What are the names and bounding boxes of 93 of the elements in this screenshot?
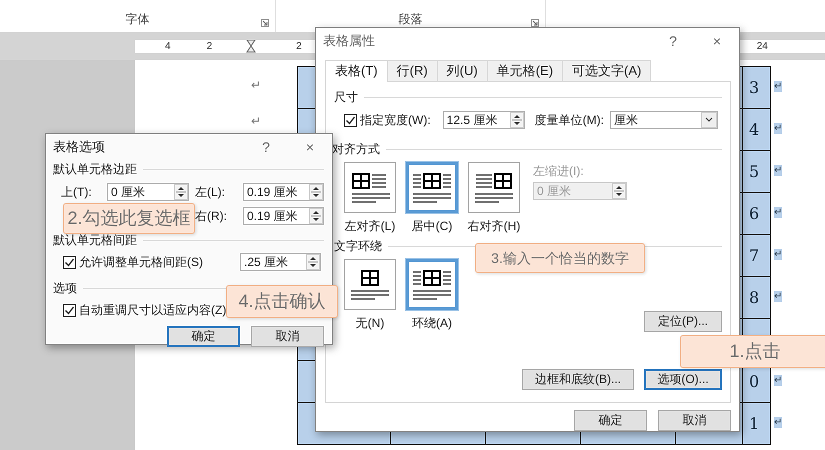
tab[interactable]: 表格(T) (325, 60, 388, 82)
option-button[interactable] (344, 162, 396, 213)
button[interactable]: 取消 (251, 326, 324, 347)
button[interactable]: 边框和底纹(B)... (522, 369, 634, 390)
tab[interactable]: 行(R) (386, 60, 438, 81)
checkbox[interactable] (63, 304, 76, 316)
spinner-arrows-icon[interactable] (174, 184, 188, 200)
dropdown-caret-icon[interactable] (700, 112, 717, 128)
group-label: 段落 (398, 11, 422, 28)
field-label: 指定宽度(W): (360, 112, 431, 129)
table-cell-text: 4 (749, 120, 760, 138)
paragraph-mark: ↵ (251, 113, 261, 130)
button[interactable]: 选项(O)... (644, 369, 722, 390)
option-button[interactable] (406, 162, 458, 213)
checkbox-label: 自动重调尺寸以适应内容(Z) (79, 302, 226, 319)
table-cell-text: 5 (749, 162, 760, 180)
table-cell-text: 0 (749, 372, 760, 390)
button[interactable]: 确定 (574, 410, 647, 431)
callout: 2.勾选此复选框 (63, 203, 195, 234)
margin-field[interactable]: 0.19 厘米 (243, 183, 324, 201)
field-label: 左缩进(I): (533, 163, 585, 180)
checkbox-label: 允许调整单元格间距(S) (79, 254, 203, 271)
option-label: 左对齐(L) (344, 218, 396, 235)
paragraph-mark: ↵ (774, 416, 782, 428)
option-button[interactable] (344, 259, 396, 310)
option-button[interactable] (406, 259, 458, 310)
field-label: 上(T): (61, 184, 93, 201)
callout: 3.输入一个恰当的数字 (475, 243, 645, 273)
paragraph-mark: ↵ (774, 80, 782, 92)
alignment-icon (350, 170, 390, 204)
section-title: 默认单元格边距 (53, 161, 137, 178)
table-cell-text: 3 (749, 78, 760, 96)
tab[interactable]: 可选文字(A) (562, 60, 652, 81)
alignment-icon (474, 170, 514, 204)
section-title: 文字环绕 (334, 238, 382, 255)
button[interactable]: 取消 (658, 410, 731, 431)
table-cell-text: 6 (749, 204, 760, 222)
checkbox[interactable] (63, 256, 76, 268)
button[interactable]: 定位(P)... (644, 311, 722, 332)
group-label: 字体 (126, 11, 150, 28)
option-label: 右对齐(H) (468, 218, 520, 235)
ruler-number: 4 (165, 40, 171, 54)
width-field[interactable]: 12.5 厘米 (442, 111, 525, 129)
section-title: 对齐方式 (332, 141, 380, 158)
section-title: 尺寸 (334, 89, 358, 106)
wrap-layout-icon (412, 268, 452, 302)
option-label: 环绕(A) (412, 315, 452, 332)
dialog-launcher-icon[interactable] (261, 19, 269, 27)
paragraph-mark: ↵ (774, 290, 782, 302)
field-label: 度量单位(M): (534, 112, 604, 129)
paragraph-mark: ↵ (774, 164, 782, 176)
wrap-layout-icon (350, 268, 390, 302)
option-button[interactable] (468, 162, 520, 213)
margin-field[interactable]: 0.19 厘米 (243, 207, 324, 225)
spinner-arrows-icon[interactable] (309, 208, 323, 224)
table-cell-text: 8 (749, 288, 760, 306)
paragraph-mark: ↵ (774, 248, 782, 260)
ruler-number: 24 (756, 40, 768, 54)
dialog-launcher-icon[interactable] (531, 19, 539, 27)
checkbox[interactable] (344, 114, 357, 126)
callout: 4.点击确认 (226, 285, 338, 318)
button[interactable]: 确定 (167, 326, 240, 347)
paragraph-mark: ↵ (251, 77, 261, 94)
alignment-icon (412, 170, 452, 204)
paragraph-mark: ↵ (774, 374, 782, 386)
option-label: 居中(C) (412, 218, 452, 235)
field-label: 右(R): (195, 208, 228, 225)
unit-select[interactable]: 厘米 (610, 111, 718, 129)
indent-marker-icon[interactable] (246, 40, 256, 53)
callout: 1.点击 (680, 335, 825, 368)
section-title: 默认单元格间距 (53, 232, 137, 249)
window-title: 表格选项 (53, 138, 106, 156)
ruler-number: 2 (296, 40, 302, 54)
table-cell-text: 1 (749, 414, 760, 432)
close-button[interactable]: × (288, 136, 332, 158)
help-button[interactable]: ? (244, 136, 288, 158)
tab[interactable]: 单元格(E) (486, 60, 564, 81)
spinner-arrows-icon[interactable] (309, 184, 323, 200)
table-cell-text: 7 (749, 246, 760, 264)
spacing-field[interactable]: .25 厘米 (240, 253, 321, 271)
spinner-arrows-icon[interactable] (510, 112, 524, 128)
paragraph-mark: ↵ (774, 122, 782, 134)
paragraph-mark: ↵ (774, 206, 782, 218)
margin-field[interactable]: 0 厘米 (107, 183, 189, 201)
help-button[interactable]: ? (651, 30, 695, 52)
ruler-number: 2 (206, 40, 212, 54)
spinner-arrows-icon[interactable] (306, 254, 320, 270)
close-button[interactable]: × (695, 30, 739, 52)
field-label: 左(L): (195, 184, 226, 201)
tab[interactable]: 列(U) (436, 60, 488, 81)
option-label: 无(N) (356, 315, 384, 332)
window-title: 表格属性 (323, 32, 376, 50)
section-title: 选项 (53, 280, 77, 297)
